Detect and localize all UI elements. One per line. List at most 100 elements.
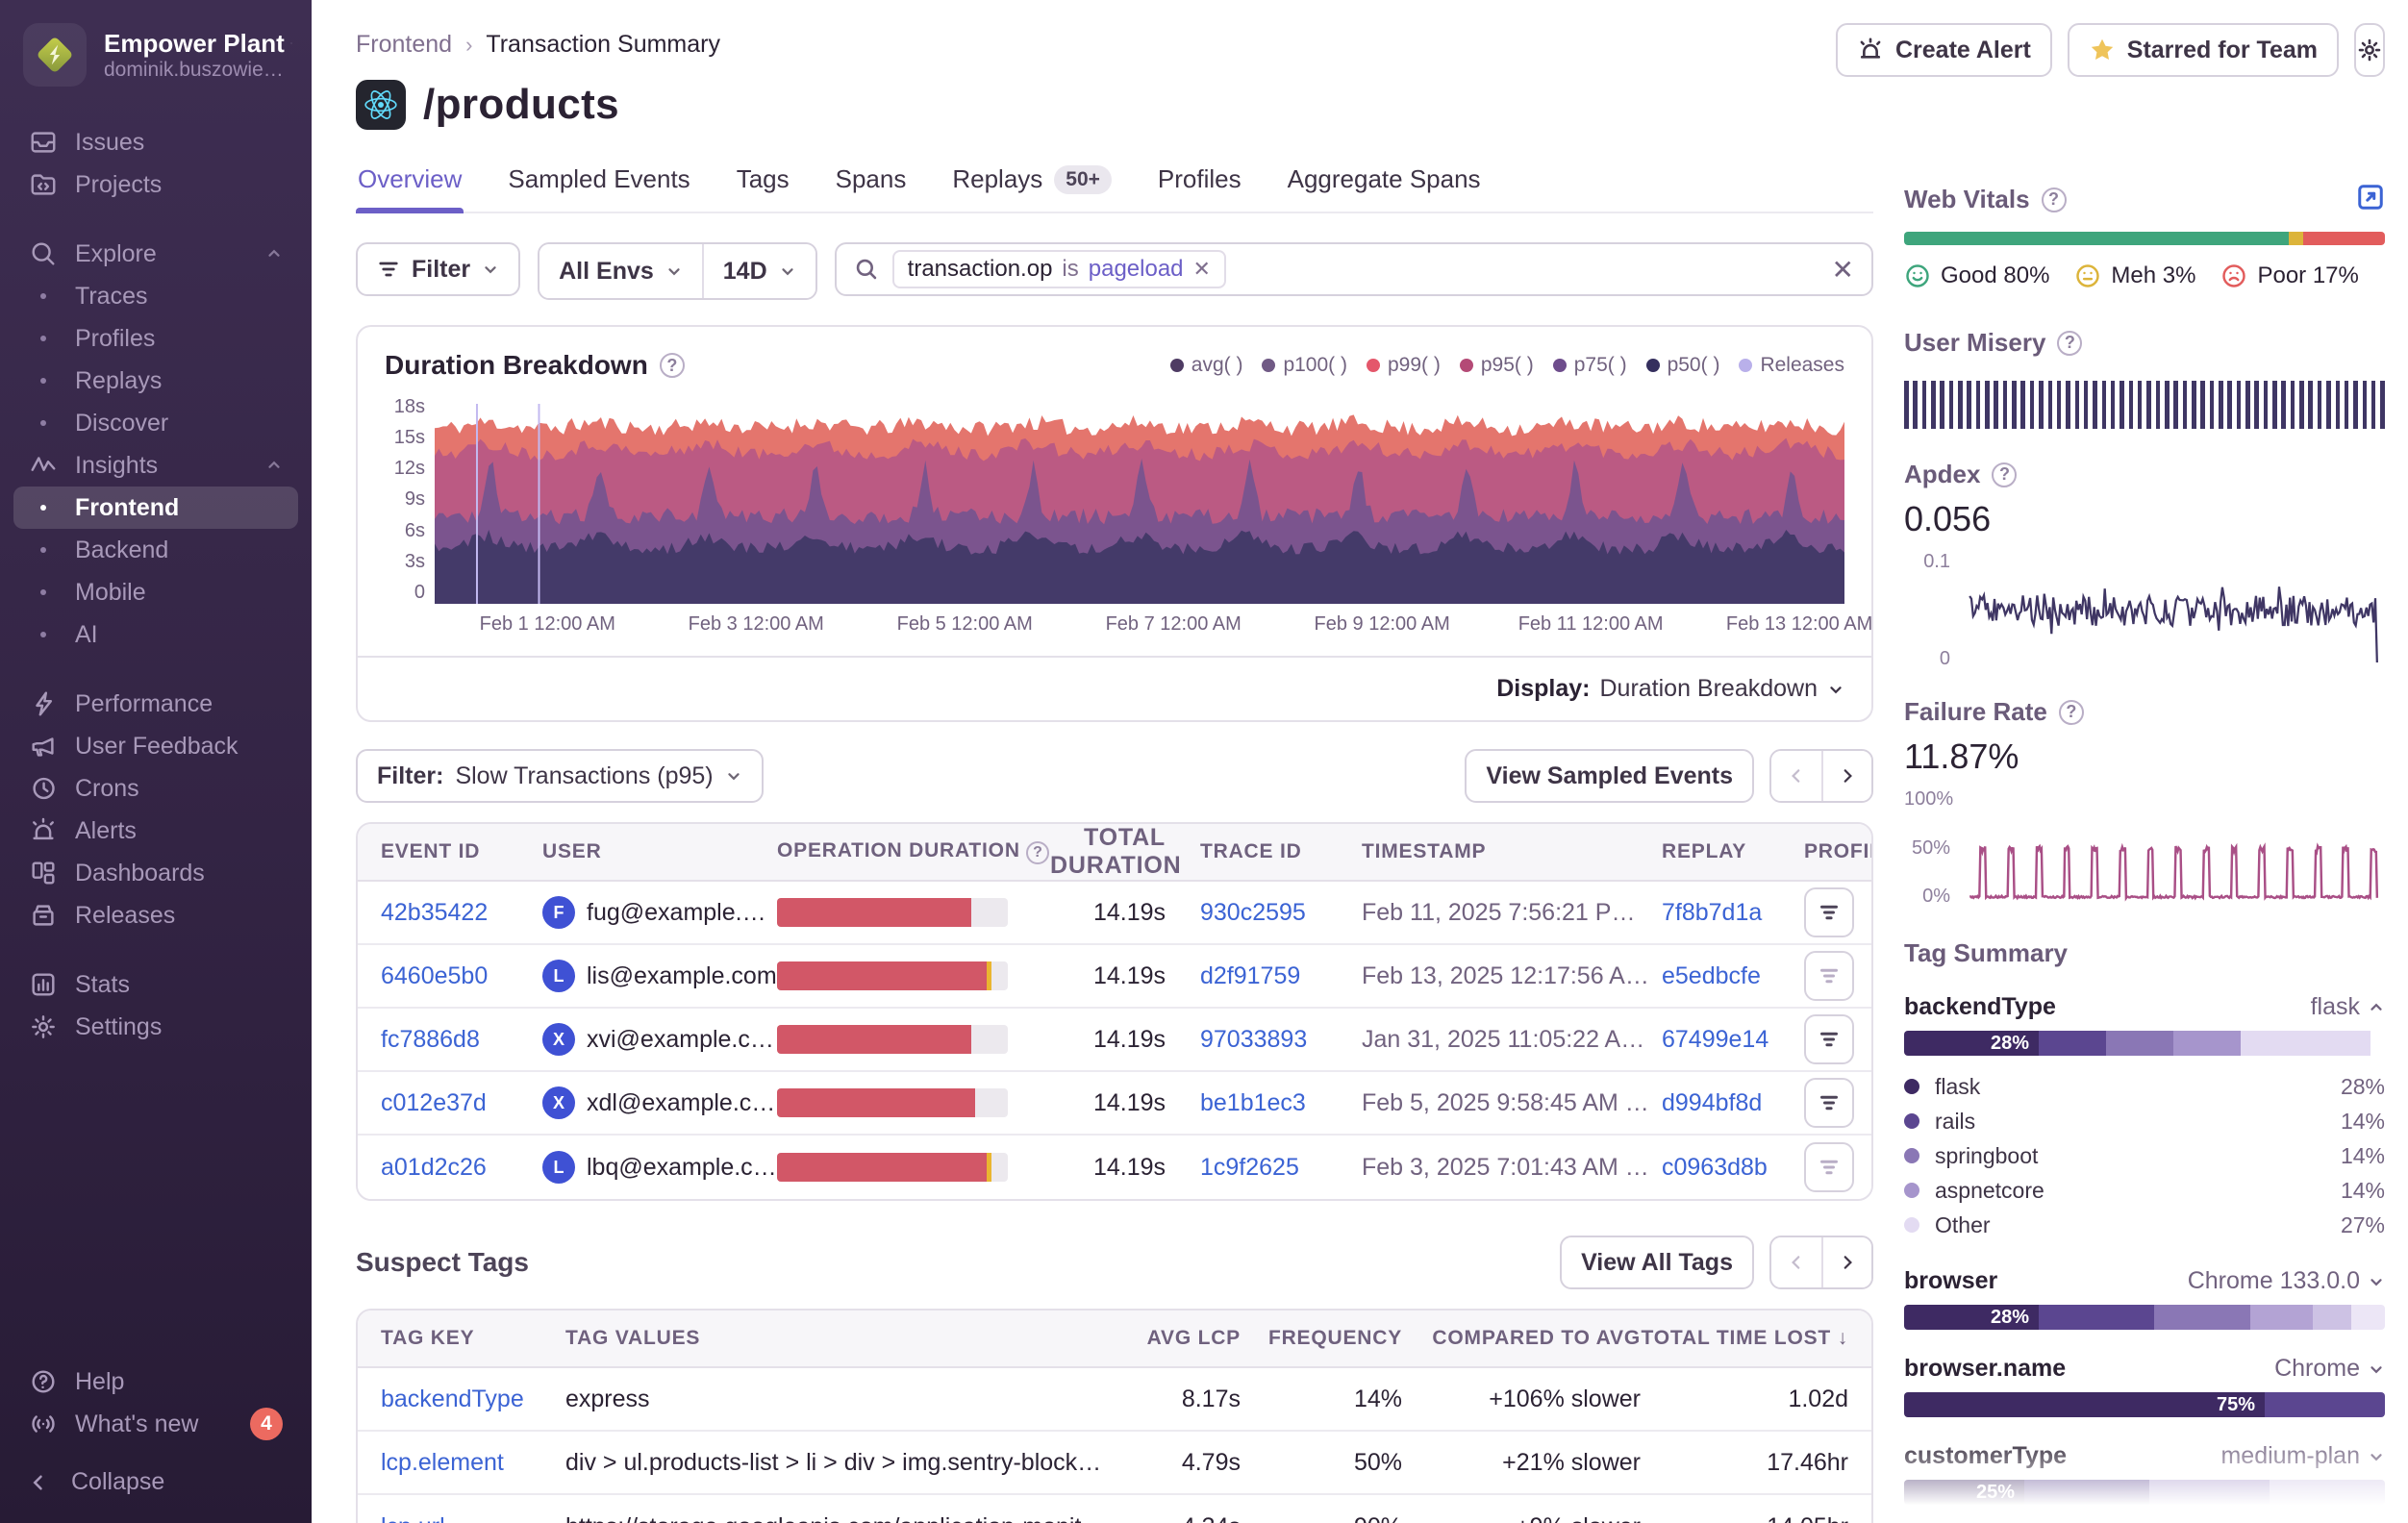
view-all-tags-button[interactable]: View All Tags	[1560, 1236, 1754, 1289]
replay-id-link[interactable]: 7f8b7d1a	[1662, 899, 1804, 927]
sidebar-item-backend[interactable]: Backend	[13, 529, 298, 571]
tab-overview[interactable]: Overview	[356, 164, 464, 212]
trace-id-link[interactable]: be1b1ec3	[1200, 1089, 1362, 1117]
failure-rate-chart[interactable]	[1962, 788, 2385, 908]
token-remove-icon[interactable]: ✕	[1193, 257, 1211, 282]
sidebar-item-stats[interactable]: Stats	[13, 963, 298, 1006]
sidebar-item-user-feedback[interactable]: User Feedback	[13, 725, 298, 767]
help-tooltip-icon[interactable]: ?	[2059, 700, 2084, 725]
transactions-filter-button[interactable]: Filter: Slow Transactions (p95)	[356, 749, 764, 803]
trace-id-link[interactable]: 97033893	[1200, 1026, 1362, 1054]
event-id-link[interactable]: 6460e5b0	[381, 962, 542, 990]
trace-id-link[interactable]: 930c2595	[1200, 899, 1362, 927]
previous-page-button[interactable]	[1771, 1237, 1821, 1287]
view-sampled-events-button[interactable]: View Sampled Events	[1465, 749, 1754, 803]
event-id-link[interactable]: 42b35422	[381, 899, 542, 927]
tag-key-link[interactable]: lcp.url	[381, 1513, 565, 1523]
sidebar-item-crons[interactable]: Crons	[13, 767, 298, 810]
display-selector[interactable]: Duration Breakdown	[1599, 675, 1844, 703]
event-id-link[interactable]: a01d2c26	[381, 1154, 542, 1182]
filter-button[interactable]: Filter	[356, 242, 520, 296]
sidebar-item-traces[interactable]: Traces	[13, 275, 298, 317]
help-tooltip-icon[interactable]: ?	[1992, 462, 2017, 487]
legend-item-p100[interactable]: p100( )	[1262, 354, 1347, 377]
tag-key-link[interactable]: lcp.element	[381, 1449, 565, 1477]
tag-legend-row[interactable]: springboot14%	[1904, 1138, 2385, 1173]
event-id-link[interactable]: fc7886d8	[381, 1026, 542, 1054]
tag-distribution-bar[interactable]: 28%	[1904, 1305, 2385, 1330]
tag-distribution-bar[interactable]: 75%	[1904, 1392, 2385, 1417]
tag-legend-row[interactable]: Other27%	[1904, 1208, 2385, 1242]
profile-button[interactable]	[1804, 1014, 1854, 1064]
duration-breakdown-chart[interactable]	[435, 396, 1844, 604]
sidebar-item-projects[interactable]: Projects	[13, 163, 298, 206]
help-tooltip-icon[interactable]: ?	[1026, 841, 1049, 864]
search-token[interactable]: transaction.op is pageload ✕	[892, 250, 1226, 288]
tag-legend-row[interactable]: aspnetcore14%	[1904, 1173, 2385, 1208]
help-tooltip-icon[interactable]: ?	[2057, 331, 2082, 356]
environment-selector[interactable]: All Envs	[539, 244, 702, 298]
tab-replays[interactable]: Replays50+	[950, 164, 1114, 212]
legend-item-avg[interactable]: avg( )	[1170, 354, 1243, 377]
sidebar-item-explore[interactable]: Explore	[13, 233, 298, 275]
tag-value-selector[interactable]: Chrome 133.0.0	[2188, 1267, 2385, 1295]
tab-tags[interactable]: Tags	[735, 164, 791, 212]
legend-item-p75[interactable]: p75( )	[1553, 354, 1627, 377]
next-page-button[interactable]	[1821, 1237, 1871, 1287]
sidebar-item-issues[interactable]: Issues	[13, 121, 298, 163]
sidebar-item-mobile[interactable]: Mobile	[13, 571, 298, 613]
sidebar-item-replays[interactable]: Replays	[13, 360, 298, 402]
search-input[interactable]: transaction.op is pageload ✕ ✕	[835, 242, 1873, 296]
sidebar-item-settings[interactable]: Settings	[13, 1006, 298, 1048]
tab-profiles[interactable]: Profiles	[1156, 164, 1243, 212]
tab-spans[interactable]: Spans	[834, 164, 909, 212]
tag-value-selector[interactable]: medium-plan	[2220, 1442, 2385, 1470]
search-clear-icon[interactable]: ✕	[1832, 254, 1854, 286]
tag-legend-row[interactable]: flask28%	[1904, 1069, 2385, 1104]
legend-item-p99[interactable]: p99( )	[1367, 354, 1441, 377]
sidebar-item-discover[interactable]: Discover	[13, 402, 298, 444]
tab-sampled-events[interactable]: Sampled Events	[506, 164, 691, 212]
starred-for-team-button[interactable]: Starred for Team	[2068, 23, 2339, 77]
create-alert-button[interactable]: Create Alert	[1836, 23, 2052, 77]
sidebar-item-dashboards[interactable]: Dashboards	[13, 852, 298, 894]
replay-id-link[interactable]: e5edbcfe	[1662, 962, 1804, 990]
event-id-link[interactable]: c012e37d	[381, 1089, 542, 1117]
sidebar-item-help[interactable]: Help	[13, 1361, 298, 1403]
tag-legend-row[interactable]: rails14%	[1904, 1104, 2385, 1138]
sidebar-item-alerts[interactable]: Alerts	[13, 810, 298, 852]
tag-distribution-bar[interactable]: 28%	[1904, 1031, 2385, 1056]
tag-value-selector[interactable]: flask	[2311, 993, 2385, 1021]
column-header-total-time-lost[interactable]: TOTAL TIME LOST ↓	[1641, 1327, 1848, 1350]
next-page-button[interactable]	[1821, 751, 1871, 801]
breadcrumb-frontend[interactable]: Frontend	[356, 31, 452, 59]
settings-button[interactable]	[2354, 23, 2385, 77]
legend-item-Releases[interactable]: Releases	[1739, 354, 1844, 377]
sidebar-item-releases[interactable]: Releases	[13, 894, 298, 936]
sidebar-item-profiles[interactable]: Profiles	[13, 317, 298, 360]
help-tooltip-icon[interactable]: ?	[2042, 187, 2067, 212]
tab-aggregate-spans[interactable]: Aggregate Spans	[1286, 164, 1483, 212]
profile-button[interactable]	[1804, 1142, 1854, 1192]
apdex-chart[interactable]	[1962, 551, 2385, 670]
user-misery-chart[interactable]	[1904, 381, 2385, 429]
legend-item-p95[interactable]: p95( )	[1460, 354, 1534, 377]
date-range-selector[interactable]: 14D	[702, 244, 815, 298]
profile-button[interactable]	[1804, 887, 1854, 937]
tag-distribution-bar[interactable]: 25%	[1904, 1480, 2385, 1505]
sidebar-item-ai[interactable]: AI	[13, 613, 298, 656]
tag-key-link[interactable]: backendType	[381, 1386, 565, 1413]
sidebar-item-insights[interactable]: Insights	[13, 444, 298, 487]
replay-id-link[interactable]: 67499e14	[1662, 1026, 1804, 1054]
replay-id-link[interactable]: d994bf8d	[1662, 1089, 1804, 1117]
sidebar-item-frontend[interactable]: Frontend	[13, 487, 298, 529]
collapse-button[interactable]: Collapse	[0, 1445, 312, 1523]
sidebar-item-performance[interactable]: Performance	[13, 683, 298, 725]
trace-id-link[interactable]: d2f91759	[1200, 962, 1362, 990]
org-switcher[interactable]: Empower Plant dominik.buszowiec…	[0, 0, 312, 106]
help-tooltip-icon[interactable]: ?	[660, 353, 685, 378]
replay-id-link[interactable]: c0963d8b	[1662, 1154, 1804, 1182]
profile-button[interactable]	[1804, 951, 1854, 1001]
legend-item-p50[interactable]: p50( )	[1646, 354, 1720, 377]
sidebar-item-what-s-new[interactable]: What's new4	[13, 1403, 298, 1445]
